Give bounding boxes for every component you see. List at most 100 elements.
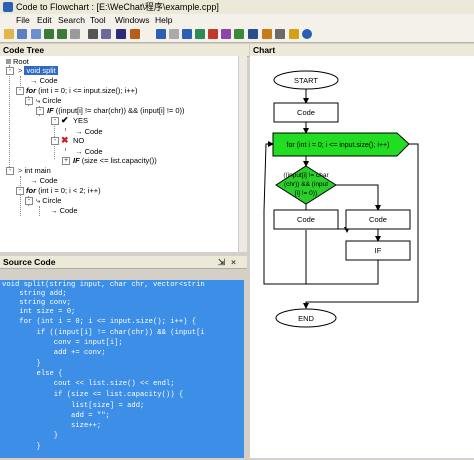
code-line: else { [2, 370, 63, 378]
expander-icon[interactable]: - [51, 117, 59, 125]
arrow-icon: → [30, 176, 38, 185]
debug-icon[interactable] [221, 29, 231, 39]
tree-node-yes-code[interactable]: → Code [75, 127, 103, 136]
code-line: conv = input[i]; [2, 339, 123, 347]
expander-icon[interactable]: - [16, 87, 24, 95]
arrow-icon: → [75, 147, 83, 156]
menu-windows[interactable]: Windows [115, 14, 149, 26]
flow-if2-label: IF [375, 246, 382, 255]
tip-icon[interactable] [289, 29, 299, 39]
print-icon[interactable] [31, 29, 41, 39]
code-line: void split(string input, char chr, vecto… [2, 281, 205, 289]
expander-icon[interactable]: - [25, 97, 33, 105]
flow-code-left-label: Code [297, 215, 315, 224]
arrow-icon: → [50, 206, 58, 215]
arrow-icon: → [75, 127, 83, 136]
save-icon[interactable] [17, 29, 27, 39]
flow-for-label: for (int i = 0; i <= input.size(); i++) [287, 142, 390, 149]
expander-icon[interactable]: - [51, 137, 59, 145]
menu-bar: File Edit Search Tool Windows Help [0, 14, 474, 26]
tree-node-for[interactable]: for (int i = 0; i <= input.size(); i++) [26, 86, 138, 95]
tree-node-if[interactable]: IF ((input[i] != char(chr)) && (input[i]… [47, 106, 185, 115]
open-icon[interactable] [4, 29, 14, 39]
expander-icon[interactable]: - [6, 167, 14, 175]
find-icon[interactable] [88, 29, 98, 39]
code-line: if (size <= list.capacity()) { [2, 391, 184, 399]
chart-icon[interactable] [182, 29, 192, 39]
help-icon[interactable] [302, 29, 312, 39]
loop-icon: ⤷ [36, 96, 41, 105]
book-icon[interactable] [101, 29, 111, 39]
tree-node-if-2[interactable]: IF (size <= list.capacity()) [73, 156, 157, 165]
pin-icon[interactable]: ⇲ [218, 256, 225, 268]
code-line: size++; [2, 422, 102, 430]
flow-if-label-2: (chr)) && (input [284, 181, 328, 188]
source-code-editor[interactable]: void split(string input, char chr, vecto… [0, 280, 244, 458]
tree-node-root[interactable]: Root [6, 57, 29, 66]
flow-end-label: END [298, 314, 314, 323]
menu-file[interactable]: File [16, 14, 30, 26]
menu-tool[interactable]: Tool [90, 14, 106, 26]
code-line: add += conv; [2, 349, 106, 357]
tree-node-no-code[interactable]: → Code [75, 147, 103, 156]
image-icon[interactable] [130, 29, 140, 39]
toolbar [0, 26, 474, 43]
tree-node-main-code[interactable]: → Code [30, 176, 58, 185]
layout-icon[interactable] [195, 29, 205, 39]
word-icon[interactable] [156, 29, 166, 39]
flow-if-label-3: [i] != 0)) [295, 190, 317, 197]
code-line: } [2, 443, 41, 451]
tree-node-main-circle[interactable]: ⤷ Circle [36, 196, 61, 205]
code-line: int size = 0; [2, 308, 76, 316]
source-code-header: Source Code ⇲ × [0, 256, 247, 269]
tree-node-main-for[interactable]: for (int i = 0; i < 2; i++) [26, 186, 101, 195]
code-line: string add; [2, 290, 67, 298]
code-line: list[size] = add; [2, 402, 145, 410]
code-tree-title: Code Tree [3, 45, 45, 55]
export-icon[interactable] [116, 29, 126, 39]
app-icon [3, 2, 13, 12]
code-tree[interactable]: Root - > void split → Code - for (int i … [0, 56, 247, 252]
code-line: for (int i = 0; i <= input.size(); i++) … [2, 318, 197, 326]
bookmark-icon[interactable] [262, 29, 272, 39]
source-code-title: Source Code [3, 257, 56, 267]
expander-icon[interactable]: - [25, 197, 33, 205]
flow-code-label: Code [297, 108, 315, 117]
flowchart-panel[interactable]: START Code for (int i = 0; i <= input.si… [250, 56, 474, 458]
tree-node-no[interactable]: NO [73, 136, 84, 145]
zoom-out-icon[interactable] [57, 29, 67, 39]
compile-icon[interactable] [208, 29, 218, 39]
expander-icon[interactable]: - [16, 187, 24, 195]
expander-icon[interactable]: - [6, 67, 14, 75]
doc-icon[interactable] [169, 29, 179, 39]
tree-node-circle[interactable]: ⤷ Circle [36, 96, 61, 105]
tools-icon[interactable] [234, 29, 244, 39]
tree-node-yes[interactable]: YES [73, 116, 88, 125]
chart-title: Chart [253, 45, 276, 55]
settings-icon[interactable] [248, 29, 258, 39]
menu-search[interactable]: Search [58, 14, 85, 26]
menu-help[interactable]: Help [155, 14, 172, 26]
code-line: add = ""; [2, 412, 110, 420]
close-icon[interactable]: × [231, 256, 236, 268]
code-line: string conv; [2, 299, 72, 307]
flow-arrow [306, 260, 379, 285]
expander-icon[interactable]: - [36, 107, 44, 115]
expander-icon[interactable]: + [62, 157, 70, 165]
arrow-icon: → [30, 76, 38, 85]
window-icon[interactable] [275, 29, 285, 39]
window-title: Code to Flowchart : [E:\WeChat\程序\exampl… [16, 2, 219, 12]
code-line: } [2, 360, 41, 368]
menu-edit[interactable]: Edit [37, 14, 52, 26]
loop-icon: ⤷ [36, 196, 41, 205]
flow-code-right-label: Code [369, 215, 387, 224]
code-line: if ((input[i] != char(chr)) && (input[i [2, 329, 205, 337]
tree-node-main-circle-code[interactable]: → Code [50, 206, 78, 215]
tree-node-code[interactable]: → Code [30, 76, 58, 85]
tree-node-int-main[interactable]: > int main [18, 166, 51, 175]
zoom-in-icon[interactable] [44, 29, 54, 39]
zoom-fit-icon[interactable] [70, 29, 80, 39]
title-bar: Code to Flowchart : [E:\WeChat\程序\exampl… [0, 0, 474, 15]
tree-scrollbar[interactable] [238, 56, 247, 252]
tree-node-void-split[interactable]: > void split [18, 66, 58, 75]
